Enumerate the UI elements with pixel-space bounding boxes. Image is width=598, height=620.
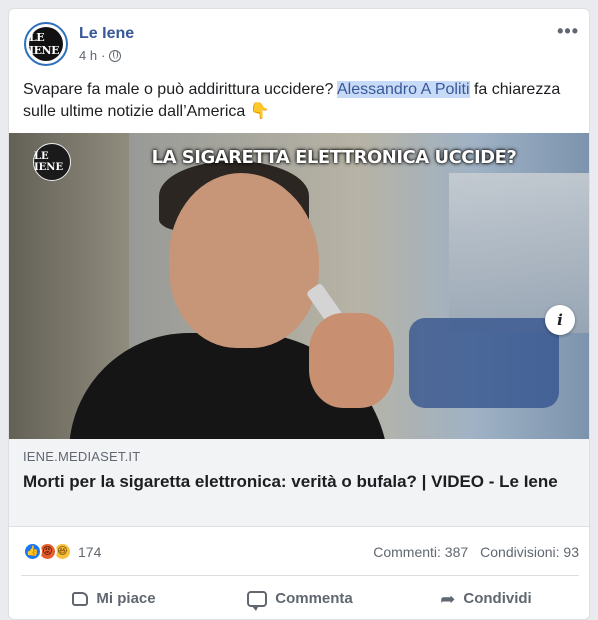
comment-button-label: Commenta bbox=[275, 590, 353, 607]
thumbnail-car bbox=[409, 318, 559, 408]
post-text-before: Svapare fa male o può addirittura uccide… bbox=[23, 81, 337, 98]
share-button[interactable]: ➦ Condividi bbox=[393, 576, 579, 619]
pointing-down-emoji-icon: 👇 bbox=[249, 103, 270, 120]
post-actions: Mi piace Commenta ➦ Condividi bbox=[21, 575, 579, 619]
le-iene-logo: LE IENE bbox=[29, 27, 63, 61]
mention-link[interactable]: Alessandro A Politi bbox=[336, 81, 470, 98]
like-icon: 👍 bbox=[23, 542, 42, 561]
more-options-button[interactable]: ••• bbox=[557, 21, 579, 42]
share-button-label: Condividi bbox=[463, 590, 532, 607]
comments-count-link[interactable]: Commenti: 387 bbox=[373, 544, 468, 560]
comment-bubble-icon bbox=[247, 590, 268, 611]
post-time[interactable]: 4 h bbox=[79, 48, 97, 63]
stats-right: Commenti: 387 Condivisioni: 93 bbox=[373, 544, 579, 560]
post-text: Svapare fa male o può addirittura uccide… bbox=[23, 79, 578, 123]
reactions-summary[interactable]: 👍 😡 😆 174 bbox=[23, 542, 101, 561]
link-preview[interactable]: IENE.MEDIASET.IT Morti per la sigaretta … bbox=[9, 439, 589, 527]
thumbnail-hand bbox=[309, 313, 394, 408]
link-title[interactable]: Morti per la sigaretta elettronica: veri… bbox=[23, 470, 578, 494]
meta-separator: · bbox=[101, 48, 106, 63]
post-header: LE IENE Le Iene 4 h · ••• bbox=[9, 9, 589, 71]
media-logo: LE IENE bbox=[33, 143, 71, 181]
globe-icon bbox=[109, 49, 122, 62]
thumbnail-face bbox=[169, 173, 319, 348]
info-button[interactable]: i bbox=[545, 305, 575, 335]
shares-count-link[interactable]: Condivisioni: 93 bbox=[480, 544, 579, 560]
page-avatar[interactable]: LE IENE bbox=[24, 22, 68, 66]
share-arrow-icon: ➦ bbox=[440, 588, 456, 609]
post-card: LE IENE Le Iene 4 h · ••• Svapare fa mal… bbox=[8, 8, 590, 620]
thumbs-up-icon bbox=[72, 591, 89, 606]
like-button[interactable]: Mi piace bbox=[21, 576, 207, 619]
link-domain: IENE.MEDIASET.IT bbox=[23, 449, 141, 464]
reaction-count: 174 bbox=[78, 543, 102, 560]
post-meta: 4 h · bbox=[79, 48, 122, 63]
comment-button[interactable]: Commenta bbox=[207, 576, 393, 619]
media-caption: LA SIGARETTA ELETTRONICA UCCIDE? bbox=[151, 147, 517, 168]
page-name-link[interactable]: Le Iene bbox=[79, 25, 134, 43]
like-button-label: Mi piace bbox=[96, 590, 156, 607]
post-stats: 👍 😡 😆 174 Commenti: 387 Condivisioni: 93 bbox=[9, 527, 589, 577]
video-thumbnail[interactable]: LE IENE LA SIGARETTA ELETTRONICA UCCIDE? bbox=[9, 133, 589, 439]
